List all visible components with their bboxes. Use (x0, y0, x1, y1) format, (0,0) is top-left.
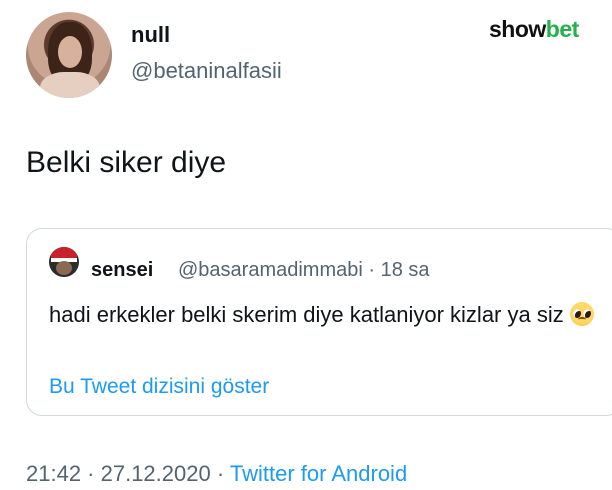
show-thread-link[interactable]: Bu Tweet dizisini göster (49, 375, 269, 399)
logo-part-show: show (489, 16, 546, 42)
emoji-mouth (577, 317, 586, 322)
tweet-text: Belki siker diye (26, 146, 227, 179)
quoted-author-handle-time[interactable]: @basaramadimmabi · 18 sa (178, 259, 430, 282)
tweet-time-date[interactable]: 21:42 · 27.12.2020 · (26, 461, 230, 486)
quoted-tweet-card[interactable]: sensei @basaramadimmabi · 18 sa hadi erk… (26, 228, 612, 416)
logo-part-bet: bet (545, 16, 580, 42)
avatar-face (58, 36, 82, 68)
quoted-author-avatar[interactable] (49, 247, 79, 277)
quoted-avatar-face (56, 261, 72, 275)
showbet-watermark-logo: showbet (489, 16, 579, 43)
author-handle[interactable]: @betaninalfasii (131, 58, 282, 84)
author-avatar[interactable] (26, 12, 112, 98)
avatar-body (40, 72, 100, 98)
quoted-tweet-text-content: hadi erkekler belki skerim diye katlaniy… (49, 302, 564, 327)
pleading-face-emoji-icon (569, 302, 594, 326)
quoted-author-name[interactable]: sensei (91, 259, 153, 282)
tweet-meta: 21:42 · 27.12.2020 · Twitter for Android (26, 461, 407, 487)
tweet-source-link[interactable]: Twitter for Android (230, 461, 407, 486)
quoted-tweet-text: hadi erkekler belki skerim diye katlaniy… (49, 299, 609, 331)
author-display-name[interactable]: null (131, 22, 170, 48)
